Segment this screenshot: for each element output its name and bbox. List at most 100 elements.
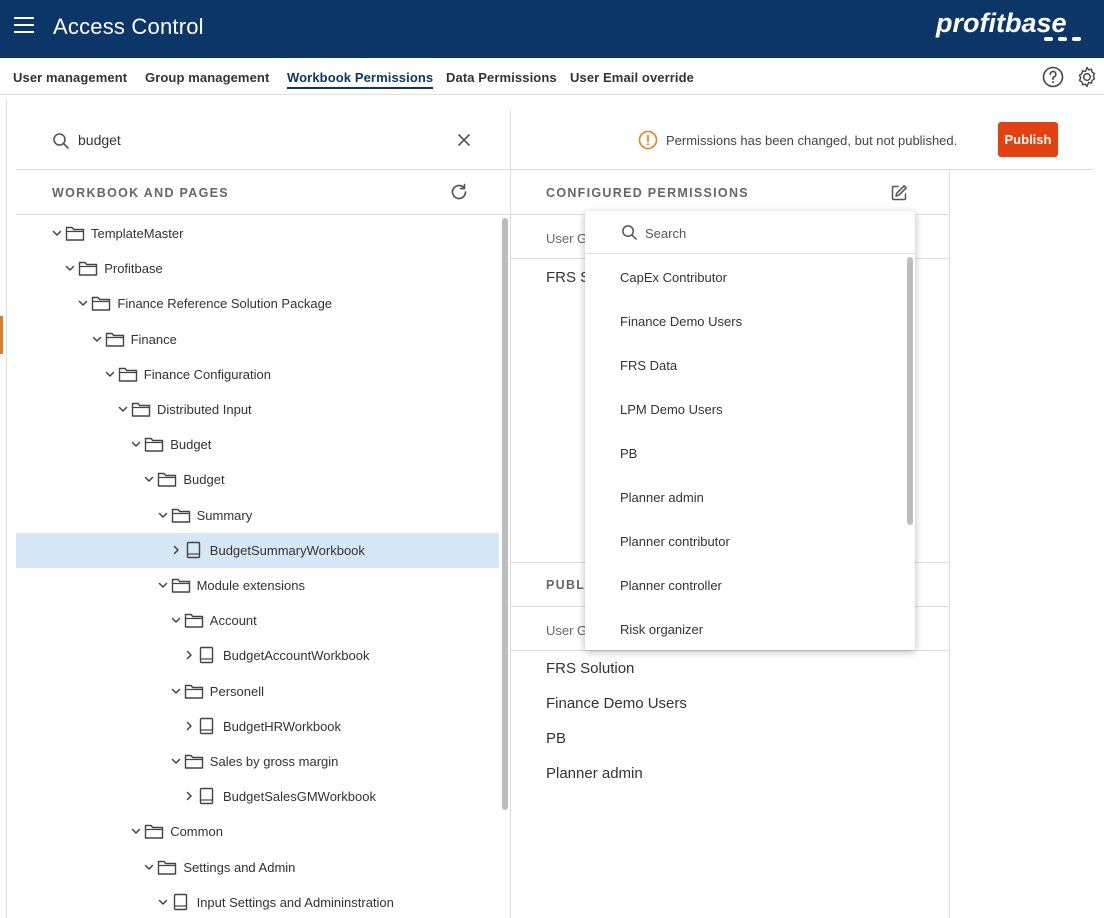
chevron-down-icon[interactable] bbox=[130, 825, 142, 837]
workbook-panel: budget WORKBOOK AND PAGES TemplateMaster… bbox=[16, 110, 510, 918]
dropdown-option-label: Finance Demo Users bbox=[620, 314, 743, 329]
chevron-right-icon[interactable] bbox=[183, 649, 195, 661]
published-item: Planner admin bbox=[546, 765, 643, 782]
chevron-right-icon[interactable] bbox=[183, 790, 195, 802]
tree-item-label: BudgetSummaryWorkbook bbox=[209, 542, 365, 558]
folder-icon bbox=[184, 684, 203, 699]
chevron-down-icon[interactable] bbox=[143, 861, 155, 873]
folder-icon bbox=[65, 226, 85, 241]
tab-workbook-permissions[interactable]: Workbook Permissions bbox=[287, 70, 434, 89]
chevron-down-icon[interactable] bbox=[143, 473, 155, 485]
menu-icon[interactable] bbox=[14, 17, 34, 33]
search-input[interactable]: budget bbox=[78, 132, 121, 148]
tree-folder-row[interactable]: Personell bbox=[16, 674, 499, 709]
tree-item-label: Account bbox=[209, 613, 257, 629]
tree-folder-row[interactable]: Finance bbox=[16, 322, 499, 357]
folder-icon bbox=[78, 261, 98, 276]
tree-folder-row[interactable]: Common bbox=[16, 814, 499, 849]
tree-folder-row[interactable]: TemplateMaster bbox=[16, 216, 499, 251]
tab-group-management[interactable]: Group management bbox=[145, 70, 269, 85]
chevron-down-icon[interactable] bbox=[130, 438, 142, 450]
folder-icon bbox=[118, 367, 137, 382]
workbook-search: budget bbox=[16, 110, 510, 170]
dropdown-option-label: Risk organizer bbox=[620, 622, 704, 637]
dropdown-option[interactable]: LPM Demo Users bbox=[585, 387, 905, 431]
tab-user-management[interactable]: User management bbox=[13, 70, 127, 85]
close-icon[interactable] bbox=[456, 132, 472, 148]
configured-header: CONFIGURED PERMISSIONS bbox=[511, 170, 949, 215]
tree-folder-row[interactable]: Finance Configuration bbox=[16, 357, 499, 392]
tree-folder-row[interactable]: Finance Reference Solution Package bbox=[16, 286, 499, 321]
tree-scrollbar[interactable] bbox=[500, 216, 510, 918]
tree-folder-row[interactable]: Settings and Admin bbox=[16, 850, 499, 885]
settings-icon[interactable] bbox=[1075, 65, 1099, 89]
tree-folder-row[interactable]: Budget bbox=[16, 427, 499, 462]
tree-workbook-row[interactable]: Input Settings and Admininstration bbox=[16, 885, 499, 918]
dropdown-option[interactable]: Planner contributor bbox=[585, 519, 905, 563]
chevron-down-icon[interactable] bbox=[104, 368, 116, 380]
tree-workbook-row[interactable]: BudgetSalesGMWorkbook bbox=[16, 779, 499, 814]
dropdown-option-label: Planner controller bbox=[620, 578, 722, 593]
chevron-down-icon[interactable] bbox=[170, 614, 182, 626]
dropdown-option[interactable]: Risk organizer bbox=[585, 607, 905, 650]
tree-folder-row[interactable]: Summary bbox=[16, 498, 499, 533]
workbook-icon bbox=[186, 541, 200, 558]
tab-data-permissions[interactable]: Data Permissions bbox=[446, 70, 557, 85]
tree-item-label: Budget bbox=[183, 472, 225, 488]
search-icon bbox=[622, 225, 637, 240]
dropdown-option[interactable]: Finance Demo Users bbox=[585, 299, 905, 343]
section-title: WORKBOOK AND PAGES bbox=[52, 186, 229, 200]
chevron-down-icon[interactable] bbox=[157, 896, 169, 908]
chevron-down-icon[interactable] bbox=[51, 227, 63, 239]
dropdown-search-input[interactable] bbox=[645, 223, 885, 243]
tree-folder-row[interactable]: Account bbox=[16, 603, 499, 638]
folder-icon bbox=[158, 473, 177, 488]
user-group-column: User G bbox=[546, 623, 588, 638]
chevron-down-icon[interactable] bbox=[170, 755, 182, 767]
folder-icon bbox=[171, 508, 190, 523]
scrollbar-thumb[interactable] bbox=[907, 257, 913, 525]
app-header: Access Control profitbase bbox=[0, 0, 1104, 58]
dropdown-option-label: PB bbox=[620, 446, 638, 461]
tree-folder-row[interactable]: Budget bbox=[16, 462, 499, 497]
chevron-right-icon[interactable] bbox=[170, 544, 182, 556]
tree-workbook-row[interactable]: BudgetAccountWorkbook bbox=[16, 638, 499, 673]
tree-folder-row[interactable]: Distributed Input bbox=[16, 392, 499, 427]
published-item: PB bbox=[546, 730, 567, 747]
app-title: Access Control bbox=[53, 14, 204, 39]
scrollbar-thumb[interactable] bbox=[502, 218, 508, 810]
tree-folder-row[interactable]: Profitbase bbox=[16, 251, 499, 286]
tree-workbook-row[interactable]: BudgetSummaryWorkbook bbox=[16, 532, 499, 568]
refresh-icon[interactable] bbox=[449, 182, 469, 202]
chevron-down-icon[interactable] bbox=[157, 509, 169, 521]
publish-button[interactable]: Publish bbox=[998, 122, 1058, 157]
tree-workbook-row[interactable]: BudgetHRWorkbook bbox=[16, 709, 499, 744]
tree-folder-row[interactable]: Module extensions bbox=[16, 568, 499, 603]
dropdown-option[interactable]: CapEx Contributor bbox=[585, 255, 905, 299]
edge-marker bbox=[0, 316, 3, 354]
dropdown-option[interactable]: Planner controller bbox=[585, 563, 905, 607]
chevron-down-icon[interactable] bbox=[157, 579, 169, 591]
dropdown-option[interactable]: PB bbox=[585, 431, 905, 475]
tab-user-email-override[interactable]: User Email override bbox=[570, 70, 694, 85]
workbook-icon bbox=[173, 893, 187, 910]
dropdown-option[interactable]: Planner admin bbox=[585, 475, 905, 519]
help-icon[interactable] bbox=[1041, 65, 1065, 89]
tree-item-label: Module extensions bbox=[196, 578, 305, 593]
chevron-down-icon[interactable] bbox=[64, 262, 76, 274]
chevron-down-icon[interactable] bbox=[117, 403, 129, 415]
chevron-down-icon[interactable] bbox=[77, 297, 89, 309]
warning-icon bbox=[638, 130, 658, 150]
workbook-tree: TemplateMaster Profitbase Finance Referenc… bbox=[16, 216, 500, 918]
chevron-down-icon[interactable] bbox=[91, 333, 103, 345]
dropdown-option[interactable]: FRS Data bbox=[585, 343, 905, 387]
dropdown-scrollbar[interactable] bbox=[905, 255, 915, 650]
dropdown-option-label: CapEx Contributor bbox=[620, 270, 727, 285]
tree-item-label: Finance Configuration bbox=[143, 366, 271, 382]
dropdown-option-label: FRS Data bbox=[620, 358, 678, 373]
workbook-icon bbox=[199, 717, 214, 734]
chevron-right-icon[interactable] bbox=[183, 720, 195, 732]
tree-folder-row[interactable]: Sales by gross margin bbox=[16, 744, 499, 779]
chevron-down-icon[interactable] bbox=[170, 685, 182, 697]
edit-icon[interactable] bbox=[889, 183, 909, 203]
